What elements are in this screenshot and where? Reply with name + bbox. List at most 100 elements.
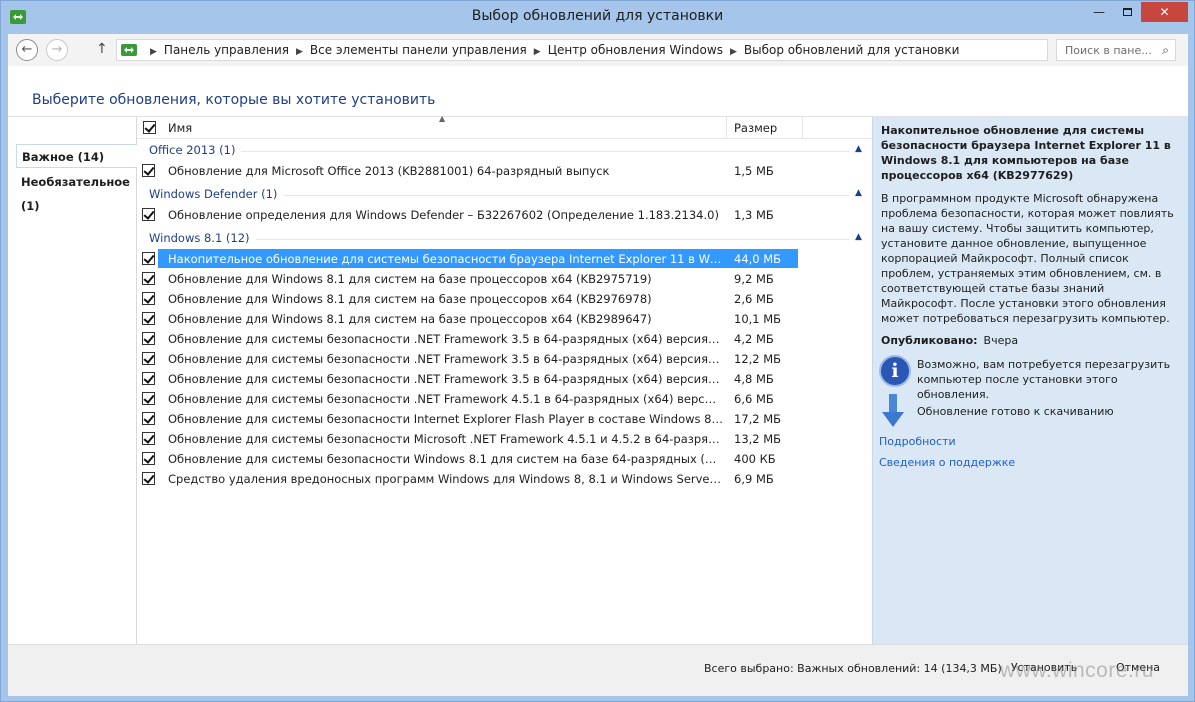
update-row[interactable]: Обновление для системы безопасности .NET… [137, 349, 872, 369]
chevron-up-icon[interactable]: ▲ [855, 232, 862, 242]
update-checkbox[interactable] [142, 372, 155, 385]
column-divider[interactable] [802, 117, 803, 139]
group-header-windows-defender[interactable]: Windows Defender (1) ▲ [149, 185, 867, 203]
chevron-right-icon[interactable]: ▶ [730, 47, 737, 57]
close-button[interactable]: ✕ [1141, 2, 1188, 22]
update-name: Обновление для системы безопасности Micr… [168, 432, 723, 446]
update-checkbox[interactable] [142, 452, 155, 465]
update-row[interactable]: Обновление для системы безопасности .NET… [137, 389, 872, 409]
sort-ascending-icon: ▲ [439, 114, 446, 123]
search-box[interactable]: Поиск в пане... ⌕ [1056, 39, 1176, 61]
published-value: Вчера [983, 334, 1019, 347]
update-checkbox[interactable] [142, 272, 155, 285]
breadcrumb-item-control-panel[interactable]: Панель управления [164, 43, 289, 57]
chevron-right-icon: ▶ [150, 47, 157, 57]
search-input[interactable]: Поиск в пане... [1065, 44, 1152, 57]
update-name: Средство удаления вредоносных программ W… [168, 472, 723, 486]
update-size: 1,3 МБ [734, 208, 774, 222]
update-size: 10,1 МБ [734, 312, 782, 326]
update-size: 4,8 МБ [734, 372, 774, 386]
update-row[interactable]: Обновление для системы безопасности .NET… [137, 329, 872, 349]
update-row[interactable]: Обновление для Windows 8.1 для систем на… [137, 289, 872, 309]
update-checkbox[interactable] [142, 164, 155, 177]
tab-optional[interactable]: Необязательное (1) [16, 170, 137, 213]
update-checkbox[interactable] [142, 412, 155, 425]
chevron-right-icon[interactable]: ▶ [534, 47, 541, 57]
download-status: Обновление готово к скачиванию [917, 405, 1114, 418]
list-header: ▲ Имя Размер [137, 114, 872, 139]
footer-bar: Всего выбрано: Важных обновлений: 14 (13… [8, 644, 1188, 696]
update-checkbox[interactable] [142, 252, 155, 265]
update-row[interactable]: Обновление для системы безопасности .NET… [137, 369, 872, 389]
update-name: Обновление для Windows 8.1 для систем на… [168, 292, 652, 306]
group-label: Windows Defender (1) [149, 187, 284, 201]
maximize-button[interactable] [1113, 2, 1141, 22]
updates-list: ▲ Имя Размер Office 2013 (1) ▲ Обновлени… [137, 114, 872, 644]
selection-summary: Всего выбрано: Важных обновлений: 14 (13… [704, 662, 1002, 675]
update-checkbox[interactable] [142, 312, 155, 325]
update-checkbox[interactable] [142, 208, 155, 221]
chevron-right-icon[interactable]: ▶ [296, 47, 303, 57]
update-name: Обновление для Microsoft Office 2013 (KB… [168, 164, 610, 178]
update-size: 2,6 МБ [734, 292, 774, 306]
update-checkbox[interactable] [142, 432, 155, 445]
update-row[interactable]: Обновление для системы безопасности Inte… [137, 409, 872, 429]
restart-notice: Возможно, вам потребуется перезагрузить … [917, 358, 1171, 401]
update-size: 4,2 МБ [734, 332, 774, 346]
update-row[interactable]: Обновление определения для Windows Defen… [137, 205, 872, 225]
window: Выбор обновлений для установки — ✕ ← → ↑… [0, 0, 1195, 702]
chevron-up-icon[interactable]: ▲ [855, 188, 862, 198]
update-checkbox[interactable] [142, 292, 155, 305]
column-divider[interactable] [726, 117, 727, 139]
update-size: 17,2 МБ [734, 412, 782, 426]
update-size: 1,5 МБ [734, 164, 774, 178]
column-header-name[interactable]: Имя [168, 121, 192, 135]
update-row[interactable]: Средство удаления вредоносных программ W… [137, 469, 872, 489]
update-row-selected[interactable]: Накопительное обновление для системы без… [137, 249, 872, 269]
window-title: Выбор обновлений для установки [471, 8, 724, 24]
update-row[interactable]: Обновление для Windows 8.1 для систем на… [137, 309, 872, 329]
update-checkbox[interactable] [142, 472, 155, 485]
update-checkbox[interactable] [142, 352, 155, 365]
navigation-bar: ← → ↑ ▶ Панель управления ▶ Все элементы па… [8, 34, 1188, 66]
group-header-office[interactable]: Office 2013 (1) ▲ [149, 141, 867, 159]
select-all-checkbox[interactable] [143, 121, 156, 134]
download-arrow-icon [882, 394, 904, 427]
close-icon: ✕ [1159, 5, 1170, 19]
details-description: В программном продукте Microsoft обнаруж… [881, 192, 1174, 325]
group-header-windows-8-1[interactable]: Windows 8.1 (12) ▲ [149, 229, 867, 247]
minimize-button[interactable]: — [1085, 2, 1113, 22]
update-row[interactable]: Обновление для Windows 8.1 для систем на… [137, 269, 872, 289]
page-title: Выберите обновления, которые вы хотите у… [32, 92, 436, 108]
breadcrumb-item-select-updates[interactable]: Выбор обновлений для установки [744, 43, 960, 57]
up-button[interactable]: ↑ [96, 41, 108, 57]
update-row[interactable]: Обновление для системы безопасности Micr… [137, 429, 872, 449]
update-row[interactable]: Обновление для Microsoft Office 2013 (KB… [137, 161, 872, 181]
update-checkbox[interactable] [142, 332, 155, 345]
category-tabs: Важное (14) Необязательное (1) [8, 117, 137, 644]
address-bar[interactable]: ▶ Панель управления ▶ Все элементы панели у… [116, 39, 1150, 61]
column-header-size[interactable]: Размер [734, 121, 777, 135]
breadcrumb-item-windows-update[interactable]: Центр обновления Windows [548, 43, 723, 57]
update-name: Обновление для Windows 8.1 для систем на… [168, 272, 652, 286]
minimize-icon: — [1093, 5, 1105, 19]
support-info-link[interactable]: Сведения о поддержке [879, 456, 1015, 469]
update-size: 6,6 МБ [734, 392, 774, 406]
update-size: 9,2 МБ [734, 272, 774, 286]
update-size: 6,9 МБ [734, 472, 774, 486]
forward-button[interactable]: → [46, 39, 68, 61]
search-icon[interactable]: ⌕ [1162, 43, 1169, 58]
update-size: 13,2 МБ [734, 432, 782, 446]
back-button[interactable]: ← [16, 39, 38, 61]
title-bar: Выбор обновлений для установки — ✕ [1, 1, 1194, 34]
chevron-up-icon[interactable]: ▲ [855, 144, 862, 154]
tab-important[interactable]: Важное (14) [16, 144, 137, 168]
arrow-right-icon: → [51, 42, 63, 57]
update-checkbox[interactable] [142, 392, 155, 405]
details-title: Накопительное обновление для системы без… [881, 124, 1171, 182]
details-link[interactable]: Подробности [879, 435, 956, 448]
update-name: Обновление для системы безопасности .NET… [168, 332, 723, 346]
breadcrumb-item-all-items[interactable]: Все элементы панели управления [310, 43, 527, 57]
update-row[interactable]: Обновление для системы безопасности Wind… [137, 449, 872, 469]
maximize-icon [1122, 7, 1132, 16]
